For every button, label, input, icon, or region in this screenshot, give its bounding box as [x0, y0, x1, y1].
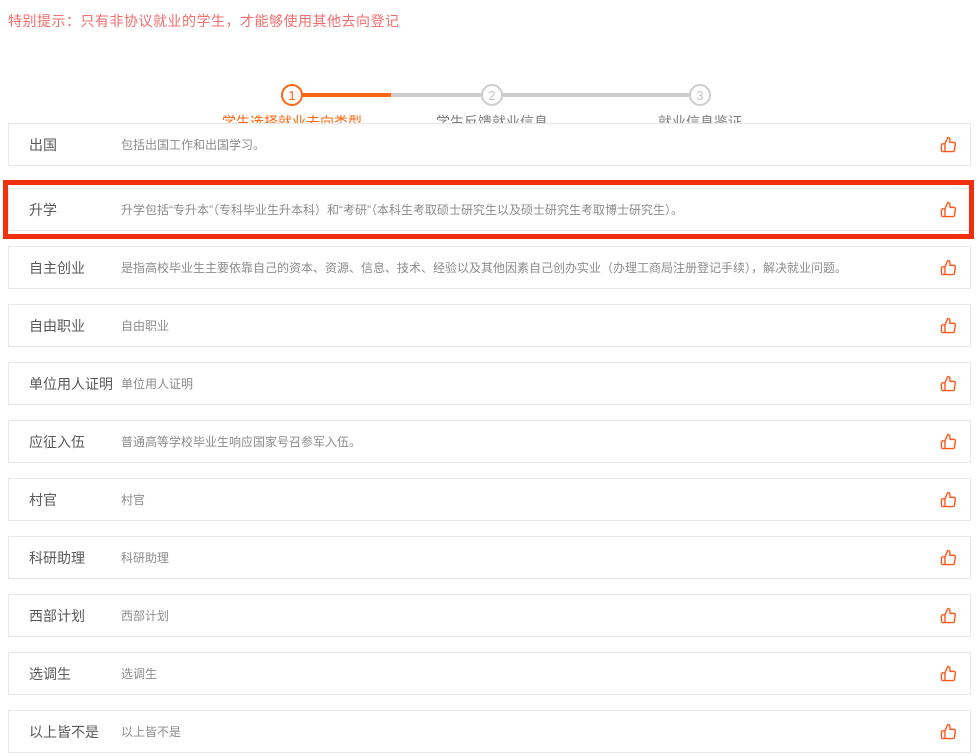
option-title: 自由职业	[9, 316, 121, 336]
step-2-circle: 2	[481, 84, 503, 106]
employment-registration-page: 特别提示：只有非协议就业的学生，才能够使用其他去向登记 1 2 3 学生选择就业…	[0, 0, 980, 756]
select-option-button[interactable]	[939, 491, 957, 509]
option-description: 自由职业	[121, 317, 939, 334]
option-title: 自主创业	[9, 258, 121, 278]
select-option-button[interactable]	[939, 433, 957, 451]
option-row[interactable]: 以上皆不是 以上皆不是	[8, 710, 971, 753]
option-title: 选调生	[9, 664, 121, 684]
thumbs-up-icon	[940, 201, 957, 218]
option-description: 包括出国工作和出国学习。	[121, 136, 939, 153]
option-description: 科研助理	[121, 549, 939, 566]
option-description: 选调生	[121, 665, 939, 682]
option-row[interactable]: 西部计划 西部计划	[8, 594, 971, 637]
option-description: 以上皆不是	[121, 723, 939, 740]
option-description: 村官	[121, 491, 939, 508]
option-title: 升学	[9, 200, 121, 220]
option-title: 应征入伍	[9, 432, 121, 452]
special-notice: 特别提示：只有非协议就业的学生，才能够使用其他去向登记	[8, 11, 400, 31]
option-row[interactable]: 自主创业 是指高校毕业生主要依靠自己的资本、资源、信息、技术、经验以及其他因素自…	[8, 246, 971, 289]
step-2-number: 2	[488, 88, 495, 103]
option-row[interactable]: 村官 村官	[8, 478, 971, 521]
option-row[interactable]: 自由职业 自由职业	[8, 304, 971, 347]
thumbs-up-icon	[940, 607, 957, 624]
option-row[interactable]: 单位用人证明 单位用人证明	[8, 362, 971, 405]
select-option-button[interactable]	[939, 723, 957, 741]
thumbs-up-icon	[940, 259, 957, 276]
step-3-number: 3	[696, 88, 703, 103]
select-option-button[interactable]	[939, 375, 957, 393]
option-title: 村官	[9, 490, 121, 510]
step-3-circle: 3	[689, 84, 711, 106]
step-1-number: 1	[288, 88, 295, 103]
thumbs-up-icon	[940, 723, 957, 740]
progress-stepper: 1 2 3 学生选择就业去向类型 学生反馈就业信息 就业信息鉴证	[0, 38, 980, 98]
option-row[interactable]: 应征入伍 普通高等学校毕业生响应国家号召参军入伍。	[8, 420, 971, 463]
connector-2-3	[503, 93, 689, 97]
option-title: 西部计划	[9, 606, 121, 626]
thumbs-up-icon	[940, 375, 957, 392]
option-description: 单位用人证明	[121, 375, 939, 392]
connector-1-2-done	[303, 93, 391, 97]
thumbs-up-icon	[940, 549, 957, 566]
option-row[interactable]: 升学 升学包括“专升本”（专科毕业生升本科）和“考研”（本科生考取硕士研究生以及…	[8, 188, 971, 231]
thumbs-up-icon	[940, 665, 957, 682]
option-description: 是指高校毕业生主要依靠自己的资本、资源、信息、技术、经验以及其他因素自己创办实业…	[121, 259, 939, 276]
option-title: 单位用人证明	[9, 374, 121, 394]
select-option-button[interactable]	[939, 317, 957, 335]
option-row[interactable]: 科研助理 科研助理	[8, 536, 971, 579]
select-option-button[interactable]	[939, 607, 957, 625]
option-row[interactable]: 选调生 选调生	[8, 652, 971, 695]
option-description: 升学包括“专升本”（专科毕业生升本科）和“考研”（本科生考取硕士研究生以及硕士研…	[121, 201, 939, 218]
option-title: 出国	[9, 135, 121, 155]
thumbs-up-icon	[940, 136, 957, 153]
thumbs-up-icon	[940, 433, 957, 450]
select-option-button[interactable]	[939, 549, 957, 567]
option-description: 西部计划	[121, 607, 939, 624]
select-option-button[interactable]	[939, 201, 957, 219]
thumbs-up-icon	[940, 491, 957, 508]
option-title: 科研助理	[9, 548, 121, 568]
step-1-circle: 1	[281, 84, 303, 106]
connector-1-2-pending	[391, 93, 481, 97]
select-option-button[interactable]	[939, 259, 957, 277]
option-title: 以上皆不是	[9, 722, 121, 742]
option-row[interactable]: 出国 包括出国工作和出国学习。	[8, 123, 971, 166]
select-option-button[interactable]	[939, 136, 957, 154]
thumbs-up-icon	[940, 317, 957, 334]
option-description: 普通高等学校毕业生响应国家号召参军入伍。	[121, 433, 939, 450]
select-option-button[interactable]	[939, 665, 957, 683]
options-list: 出国 包括出国工作和出国学习。 升学 升学包括“专升本”（专科毕业生升本科）和“…	[8, 123, 971, 756]
